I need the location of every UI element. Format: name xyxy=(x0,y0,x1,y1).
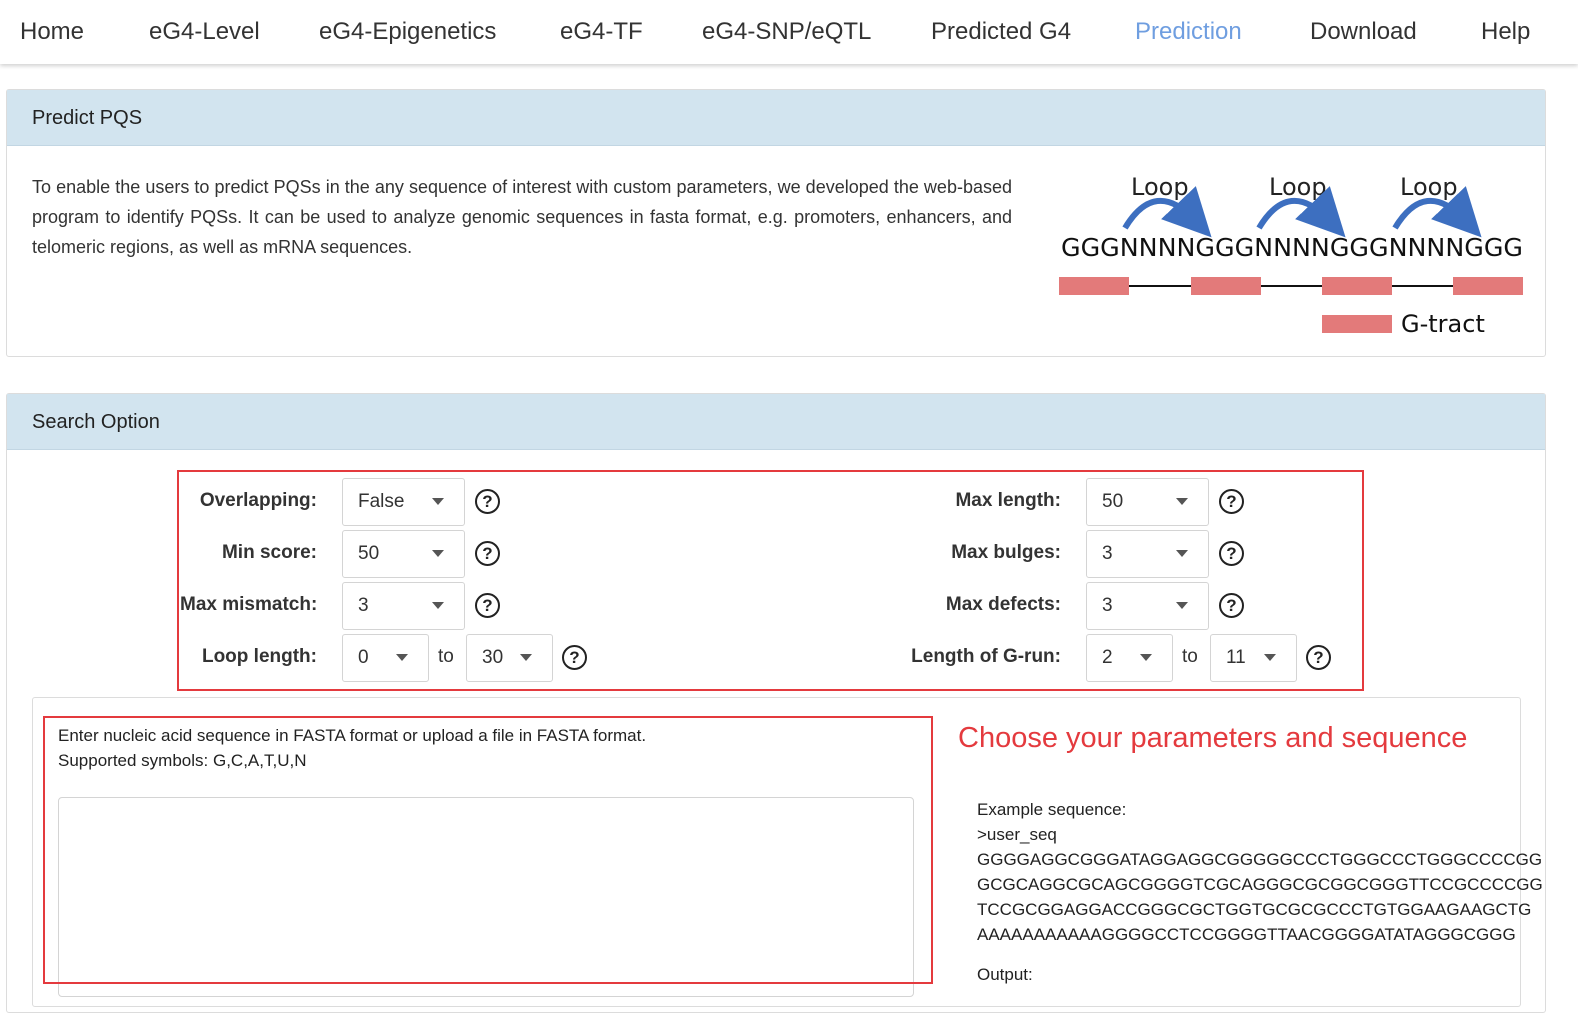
example-line: AAAAAAAAAAAGGGGCCTCCGGGGTTAACGGGGATATAGG… xyxy=(977,925,1516,944)
g-tract-2 xyxy=(1191,277,1261,295)
example-line: GGGGAGGCGGGATAGGAGGCGGGGGCCCTGGGCCCTGGGC… xyxy=(977,850,1543,869)
example-line: GCGCAGGCGCAGCGGGGTCGCAGGGCGCGGCGGGTTCCGC… xyxy=(977,875,1543,894)
example-sequence-block: Example sequence: >user_seq GGGGAGGCGGGA… xyxy=(977,797,1543,987)
g-tract-legend-swatch xyxy=(1322,315,1392,333)
loop-label-3: Loop xyxy=(1400,173,1458,201)
nav-predicted-g4[interactable]: Predicted G4 xyxy=(931,18,1071,46)
nav-help[interactable]: Help xyxy=(1481,18,1530,46)
g4-structure-diagram: Loop Loop Loop GGGNNNNGGGNNNNGGGNNNNGGG … xyxy=(1059,173,1523,338)
chevron-down-icon xyxy=(1264,654,1276,661)
chevron-down-icon xyxy=(396,654,408,661)
overlapping-label: Overlapping: xyxy=(199,490,317,511)
nav-eg4-tf[interactable]: eG4-TF xyxy=(560,18,643,46)
max-mismatch-value: 3 xyxy=(358,595,369,616)
g-tract-legend-label: G-tract xyxy=(1401,310,1485,338)
chevron-down-icon xyxy=(432,602,444,609)
max-defects-help-icon[interactable]: ? xyxy=(1219,593,1244,618)
instruction-callout: Choose your parameters and sequence xyxy=(958,722,1468,754)
grun-length-to-label: to xyxy=(1182,646,1198,667)
grun-length-help-icon[interactable]: ? xyxy=(1306,645,1331,670)
loop-length-help-icon[interactable]: ? xyxy=(562,645,587,670)
max-defects-select[interactable]: 3 xyxy=(1086,582,1209,630)
loop-label-1: Loop xyxy=(1131,173,1189,201)
output-label: Output: xyxy=(977,965,1033,984)
max-length-select[interactable]: 50 xyxy=(1086,478,1209,526)
chevron-down-icon xyxy=(1176,602,1188,609)
predict-pqs-title: Predict PQS xyxy=(7,90,1545,146)
overlapping-help-icon[interactable]: ? xyxy=(475,489,500,514)
max-defects-label: Max defects: xyxy=(945,594,1061,615)
chevron-down-icon xyxy=(1176,550,1188,557)
min-score-value: 50 xyxy=(358,543,380,564)
min-score-help-icon[interactable]: ? xyxy=(475,541,500,566)
loop-label-2: Loop xyxy=(1269,173,1327,201)
grun-length-min-select[interactable]: 2 xyxy=(1086,634,1173,682)
loop-length-max-value: 30 xyxy=(482,647,504,668)
max-mismatch-label: Max mismatch: xyxy=(180,594,318,615)
loop-length-to-label: to xyxy=(438,646,454,667)
search-option-title: Search Option xyxy=(7,394,1545,450)
predict-description: To enable the users to predict PQSs in t… xyxy=(32,177,1012,257)
grun-length-label: Length of G-run: xyxy=(911,646,1061,667)
sequence-highlight-box xyxy=(43,716,933,984)
nav-home[interactable]: Home xyxy=(20,18,84,46)
loop-length-label: Loop length: xyxy=(201,646,317,667)
max-length-value: 50 xyxy=(1102,491,1124,512)
max-bulges-value: 3 xyxy=(1102,543,1113,564)
nav-eg4-level[interactable]: eG4-Level xyxy=(149,18,260,46)
max-bulges-help-icon[interactable]: ? xyxy=(1219,541,1244,566)
chevron-down-icon xyxy=(432,550,444,557)
nav-eg4-snp-eqtl[interactable]: eG4-SNP/eQTL xyxy=(702,18,871,46)
overlapping-select[interactable]: False xyxy=(342,478,465,526)
predict-pqs-panel: Predict PQS To enable the users to predi… xyxy=(6,89,1546,357)
top-navigation: Home eG4-Level eG4-Epigenetics eG4-TF eG… xyxy=(0,0,1578,64)
nav-prediction[interactable]: Prediction xyxy=(1135,18,1242,46)
example-line: TCCGCGGAGGACCGGGCGCTGGTGCGCGCCCTGTGGAAGA… xyxy=(977,900,1532,919)
max-bulges-label: Max bulges: xyxy=(951,542,1061,563)
g-tract-4 xyxy=(1453,277,1523,295)
min-score-select[interactable]: 50 xyxy=(342,530,465,578)
chevron-down-icon xyxy=(432,498,444,505)
loop-length-min-select[interactable]: 0 xyxy=(342,634,429,682)
g-tract-3 xyxy=(1322,277,1392,295)
example-line: >user_seq xyxy=(977,825,1057,844)
max-mismatch-help-icon[interactable]: ? xyxy=(475,593,500,618)
nav-download[interactable]: Download xyxy=(1310,18,1417,46)
loop-length-min-value: 0 xyxy=(358,647,369,668)
example-title: Example sequence: xyxy=(977,800,1127,819)
grun-length-max-select[interactable]: 11 xyxy=(1210,634,1297,682)
g-tract-1 xyxy=(1059,277,1129,295)
max-length-label: Max length: xyxy=(955,490,1061,511)
max-defects-value: 3 xyxy=(1102,595,1113,616)
loop-arrow-1 xyxy=(1122,186,1212,238)
max-bulges-select[interactable]: 3 xyxy=(1086,530,1209,578)
grun-length-min-value: 2 xyxy=(1102,647,1113,668)
loop-arrow-3 xyxy=(1392,186,1482,238)
overlapping-value: False xyxy=(358,491,405,512)
grun-length-max-value: 11 xyxy=(1226,647,1246,668)
loop-arrow-2 xyxy=(1256,186,1346,238)
loop-length-max-select[interactable]: 30 xyxy=(466,634,553,682)
min-score-label: Min score: xyxy=(221,542,317,563)
chevron-down-icon xyxy=(1176,498,1188,505)
max-length-help-icon[interactable]: ? xyxy=(1219,489,1244,514)
chevron-down-icon xyxy=(1140,654,1152,661)
max-mismatch-select[interactable]: 3 xyxy=(342,582,465,630)
g4-motif-sequence: GGGNNNNGGGNNNNGGGNNNNGGG xyxy=(1061,233,1523,262)
chevron-down-icon xyxy=(520,654,532,661)
nav-eg4-epigenetics[interactable]: eG4-Epigenetics xyxy=(319,18,496,46)
